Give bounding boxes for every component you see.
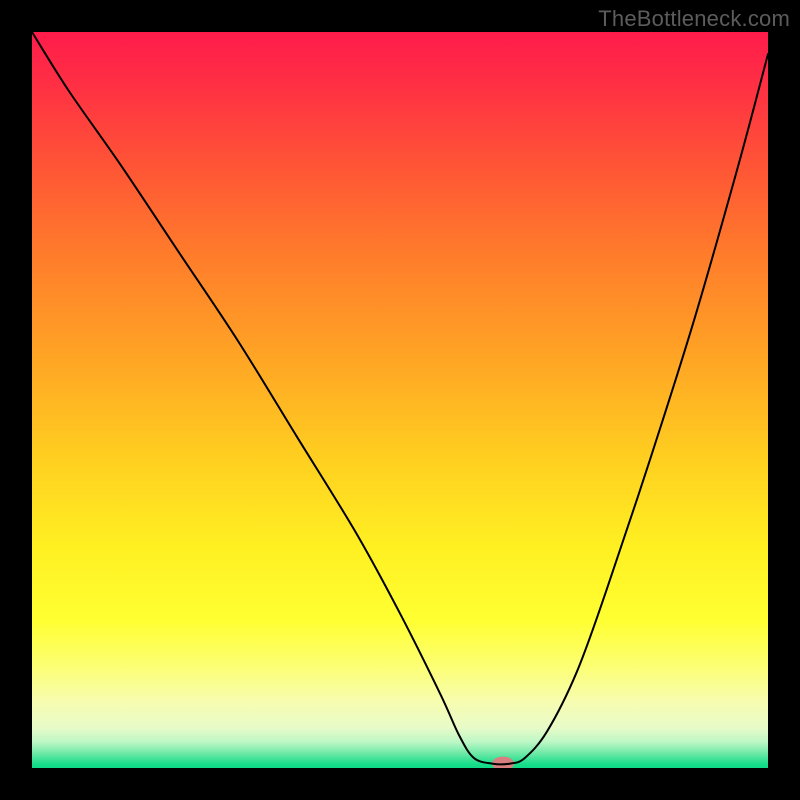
bottleneck-chart xyxy=(32,32,768,768)
chart-background xyxy=(32,32,768,768)
chart-container: TheBottleneck.com xyxy=(0,0,800,800)
watermark-text: TheBottleneck.com xyxy=(598,6,790,32)
plot-area xyxy=(32,32,768,768)
